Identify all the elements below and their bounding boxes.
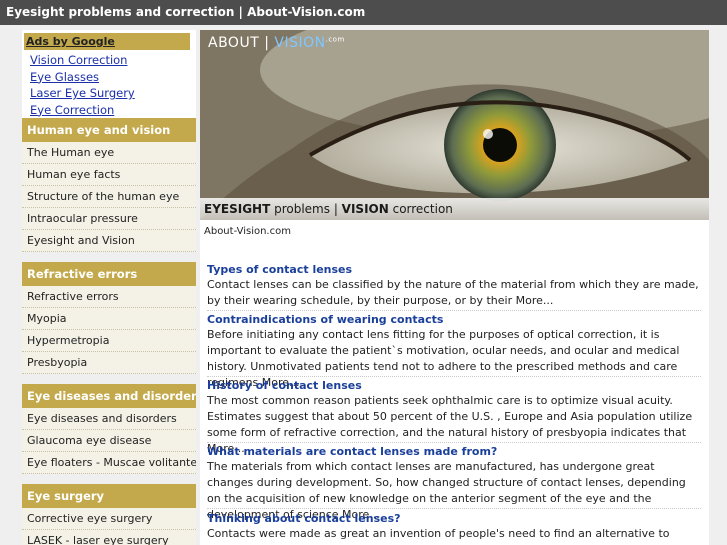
nav-item-lasek[interactable]: LASEK - laser eye surgery xyxy=(22,530,196,545)
ads-block: Ads by Google Vision Correction Eye Glas… xyxy=(22,30,196,118)
section-gap xyxy=(22,374,196,384)
article: Thinking about contact lenses? Contacts … xyxy=(207,511,701,545)
article-body: Contacts were made as great an invention… xyxy=(207,527,670,545)
ad-link-vision-correction[interactable]: Vision Correction xyxy=(30,52,135,69)
nav-item-hypermetropia[interactable]: Hypermetropia xyxy=(22,330,196,352)
logo-dotcom: .com xyxy=(325,35,345,44)
nav-item-glaucoma[interactable]: Glaucoma eye disease xyxy=(22,430,196,452)
caption-correction: correction xyxy=(388,202,453,216)
caption-problems: problems | xyxy=(270,202,342,216)
page-title: Eyesight problems and correction | About… xyxy=(6,5,366,19)
eye-illustration xyxy=(200,30,709,220)
nav-item-structure-of-eye[interactable]: Structure of the human eye xyxy=(22,186,196,208)
nav-item-presbyopia[interactable]: Presbyopia xyxy=(22,352,196,374)
hero-caption: EYESIGHT problems | VISION correction xyxy=(204,202,453,216)
caption-eyesight: EYESIGHT xyxy=(204,202,271,216)
divider xyxy=(207,310,701,311)
site-domain: About-Vision.com xyxy=(204,226,291,237)
article-title-types[interactable]: Types of contact lenses xyxy=(207,262,701,277)
article: Types of contact lenses Contact lenses c… xyxy=(207,262,701,309)
section-gap xyxy=(22,252,196,262)
hero-logo: ABOUT | VISION.com xyxy=(208,35,345,51)
nav-item-the-human-eye[interactable]: The Human eye xyxy=(22,142,196,164)
nav-item-myopia[interactable]: Myopia xyxy=(22,308,196,330)
ads-title[interactable]: Ads by Google xyxy=(24,33,190,50)
article-body: Contact lenses can be classified by the … xyxy=(207,278,699,307)
section-gap xyxy=(22,474,196,484)
ad-link-eye-glasses[interactable]: Eye Glasses xyxy=(30,69,135,86)
sidebar: Ads by Google Vision Correction Eye Glas… xyxy=(22,30,196,545)
article-title-materials[interactable]: What materials are contact lenses made f… xyxy=(207,444,701,459)
ads-links: Vision Correction Eye Glasses Laser Eye … xyxy=(30,52,135,118)
nav-item-eye-floaters[interactable]: Eye floaters - Muscae volitantes xyxy=(22,452,196,474)
logo-vision: VISION xyxy=(274,35,326,51)
section-head-refractive-errors[interactable]: Refractive errors xyxy=(22,262,196,286)
nav-item-eye-diseases[interactable]: Eye diseases and disorders xyxy=(22,408,196,430)
ad-link-laser-eye-surgery[interactable]: Laser Eye Surgery xyxy=(30,85,135,102)
section-head-human-eye[interactable]: Human eye and vision xyxy=(22,118,196,142)
section-head-eye-surgery[interactable]: Eye surgery xyxy=(22,484,196,508)
page-title-bar: Eyesight problems and correction | About… xyxy=(0,0,727,25)
main-content: ABOUT | VISION.com EYESIGHT problems | V… xyxy=(200,30,709,545)
nav-item-corrective-eye-surgery[interactable]: Corrective eye surgery xyxy=(22,508,196,530)
nav-item-human-eye-facts[interactable]: Human eye facts xyxy=(22,164,196,186)
hero-banner: ABOUT | VISION.com EYESIGHT problems | V… xyxy=(200,30,709,220)
article-title-thinking[interactable]: Thinking about contact lenses? xyxy=(207,511,701,526)
section-head-eye-diseases[interactable]: Eye diseases and disorders xyxy=(22,384,196,408)
divider xyxy=(207,376,701,377)
nav-item-refractive-errors[interactable]: Refractive errors xyxy=(22,286,196,308)
ad-link-eye-correction[interactable]: Eye Correction xyxy=(30,102,135,119)
logo-about: ABOUT | xyxy=(208,35,275,51)
divider xyxy=(207,508,701,509)
divider xyxy=(207,442,701,443)
article-title-history[interactable]: History of contact lenses xyxy=(207,378,701,393)
nav-item-intraocular-pressure[interactable]: Intraocular pressure xyxy=(22,208,196,230)
nav-item-eyesight-and-vision[interactable]: Eyesight and Vision xyxy=(22,230,196,252)
caption-vision: VISION xyxy=(341,202,389,216)
article-title-contraindications[interactable]: Contraindications of wearing contacts xyxy=(207,312,701,327)
